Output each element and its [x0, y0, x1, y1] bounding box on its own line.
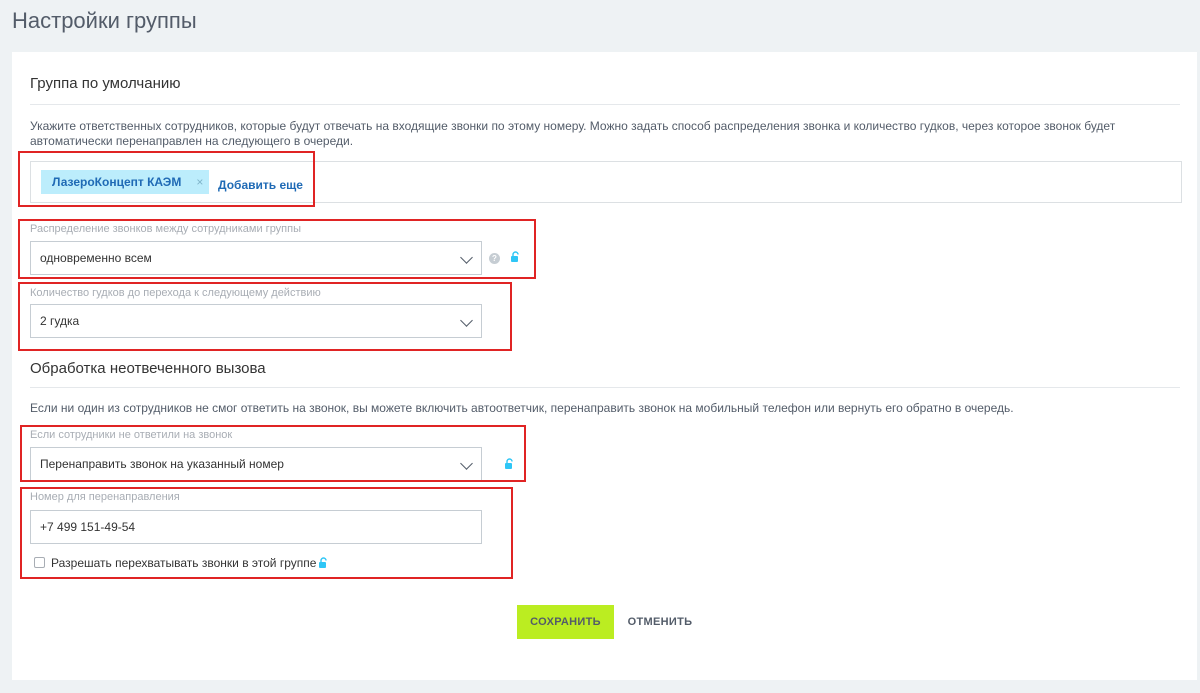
- page-title: Настройки группы: [12, 8, 197, 33]
- highlight-frame: [18, 151, 315, 207]
- settings-card: Группа по умолчанию Укажите ответственны…: [12, 52, 1197, 680]
- highlight-frame: [18, 219, 536, 279]
- cancel-button[interactable]: ОТМЕНИТЬ: [620, 605, 700, 639]
- default-group-description: Укажите ответственных сотрудников, котор…: [30, 119, 1116, 148]
- unanswered-description: Если ни один из сотрудников не смог отве…: [30, 401, 1014, 415]
- highlight-frame: [20, 425, 526, 482]
- default-group-title: Группа по умолчанию: [30, 75, 181, 92]
- section-divider: [30, 104, 1180, 105]
- highlight-frame: [20, 487, 513, 579]
- unanswered-title: Обработка неотвеченного вызова: [30, 360, 266, 377]
- section-divider: [30, 387, 1180, 388]
- highlight-frame: [18, 282, 512, 351]
- save-button[interactable]: СОХРАНИТЬ: [517, 605, 614, 639]
